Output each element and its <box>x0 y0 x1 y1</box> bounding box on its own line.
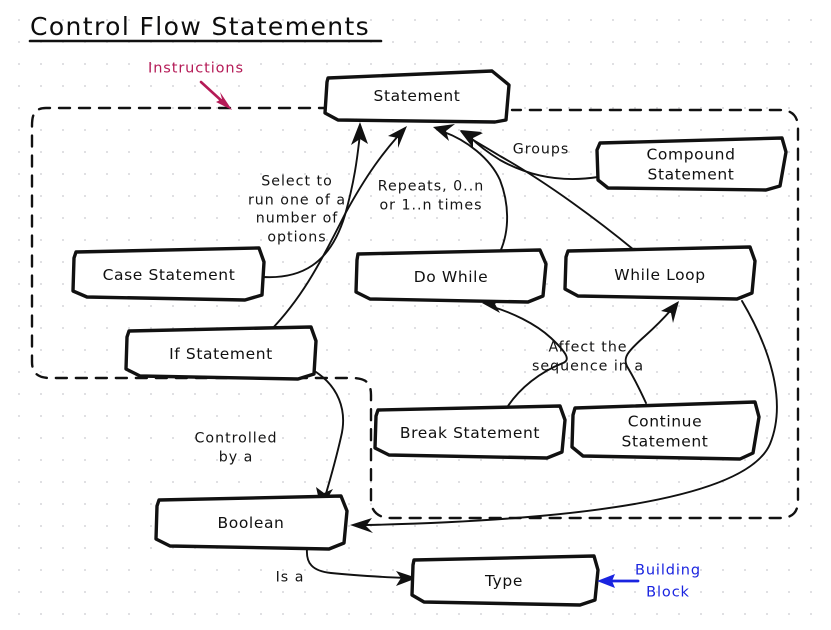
building-block-line-2: Block <box>646 584 690 600</box>
page-title: Control Flow Statements <box>30 12 371 41</box>
node-label-do-while: Do While <box>413 267 489 286</box>
continue-line-2: Statement <box>621 433 709 451</box>
node-label-case-statement: Case Statement <box>102 265 236 284</box>
node-label-boolean: Boolean <box>217 513 285 532</box>
node-label-statement: Statement <box>373 86 461 105</box>
controlled-line-1: Controlled <box>194 430 278 447</box>
affect-line-2: sequence in a <box>531 358 645 374</box>
edge-label-dowhile-to-statement: Repeats, 0..n or 1..n times <box>378 177 484 214</box>
node-label-type: Type <box>484 571 524 590</box>
select-line-4: options <box>267 229 327 246</box>
repeats-line-1: Repeats, 0..n <box>377 178 485 195</box>
node-label-while-loop: While Loop <box>614 265 706 284</box>
edge-label-boolean-to-type: Is a <box>275 569 305 586</box>
annotation-building-block: Building Block <box>635 560 701 604</box>
affect-line-1: Affect the <box>548 339 628 356</box>
select-line-2: run one of a <box>247 192 347 209</box>
controlled-line-2: by a <box>218 449 254 465</box>
node-label-continue-statement: Continue Statement <box>622 412 709 453</box>
node-label-if-statement: If Statement <box>169 344 273 363</box>
edge-label-ifstatement-to-boolean: Controlled by a <box>195 429 278 466</box>
continue-line-1: Continue <box>627 412 703 431</box>
edge-label-break-to-dowhile: Affect the sequence in a <box>532 338 644 375</box>
select-line-1: Select to <box>261 173 333 190</box>
edge-label-compound-to-statement: Groups <box>512 141 570 158</box>
whiteboard-canvas: Control Flow Statements Statement Compou… <box>0 0 831 630</box>
node-label-compound-statement: Compound Statement <box>646 145 735 186</box>
text-layer: Control Flow Statements Statement Compou… <box>0 0 831 630</box>
compound-line-2: Statement <box>647 166 735 184</box>
select-line-3: number of <box>255 211 339 227</box>
node-label-break-statement: Break Statement <box>399 423 541 442</box>
building-block-line-1: Building <box>634 562 702 579</box>
edge-label-case-to-statement: Select to run one of a number of options <box>248 173 346 248</box>
compound-line-1: Compound <box>646 145 736 164</box>
repeats-line-2: or 1..n times <box>379 197 483 213</box>
annotation-instructions: Instructions <box>148 60 244 77</box>
